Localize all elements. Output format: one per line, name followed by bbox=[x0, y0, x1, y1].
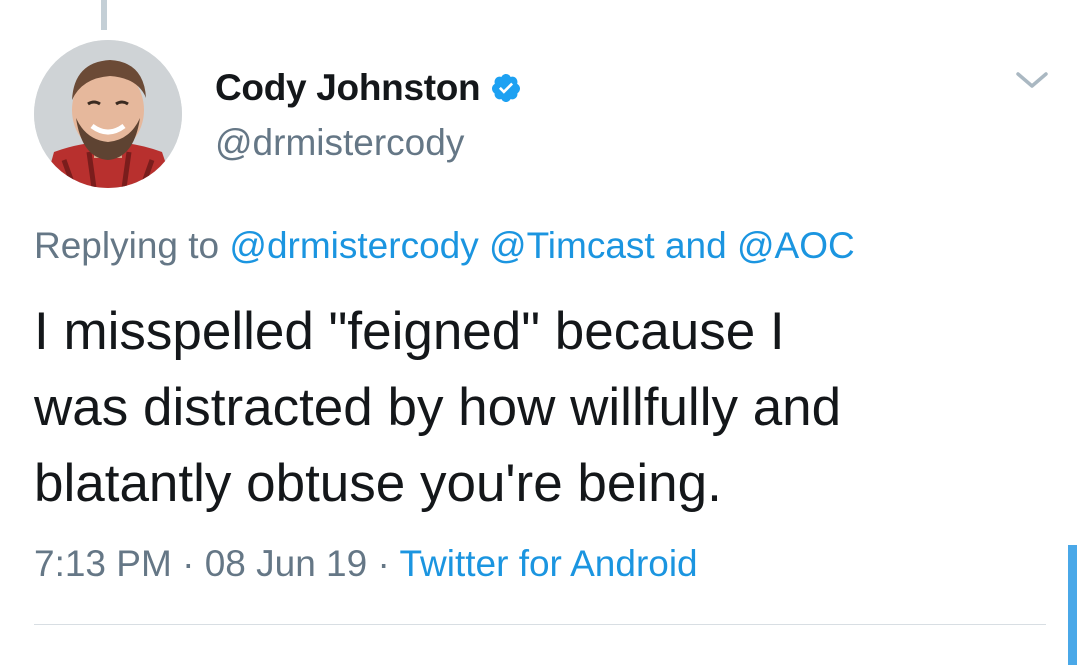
tweet-text: I misspelled "feigned" because I was dis… bbox=[34, 294, 1044, 522]
tweet-metadata: 7:13 PM · 08 Jun 19 · Twitter for Androi… bbox=[34, 543, 698, 585]
author-handle[interactable]: @drmistercody bbox=[215, 122, 464, 164]
chevron-down-icon[interactable] bbox=[1014, 66, 1050, 94]
mention-link-timcast[interactable]: @Timcast bbox=[489, 225, 655, 266]
author-name-row[interactable]: Cody Johnston bbox=[215, 66, 522, 110]
mention-link-drmistercody[interactable]: @drmistercody bbox=[229, 225, 478, 266]
tweet-text-line: I misspelled "feigned" because I bbox=[34, 302, 785, 361]
avatar[interactable] bbox=[34, 40, 182, 188]
verified-badge-icon bbox=[490, 72, 522, 104]
author-display-name[interactable]: Cody Johnston bbox=[215, 67, 481, 109]
mention-link-aoc[interactable]: @AOC bbox=[737, 225, 855, 266]
tweet-time: 7:13 PM bbox=[34, 543, 172, 584]
meta-separator: · bbox=[377, 543, 390, 584]
tweet-date: 08 Jun 19 bbox=[204, 543, 368, 584]
tweet-source-link[interactable]: Twitter for Android bbox=[399, 543, 697, 584]
thread-connector-line bbox=[101, 0, 107, 30]
divider bbox=[34, 624, 1046, 625]
reply-label: Replying to bbox=[34, 225, 220, 266]
scroll-indicator[interactable] bbox=[1068, 545, 1077, 665]
tweet-text-line: blatantly obtuse you're being. bbox=[34, 454, 722, 513]
avatar-photo bbox=[34, 40, 182, 188]
mention-and-text[interactable]: and bbox=[665, 225, 727, 266]
meta-separator: · bbox=[182, 543, 195, 584]
tweet-text-line: was distracted by how willfully and bbox=[34, 378, 842, 437]
reply-context: Replying to @drmistercody @Timcast and @… bbox=[34, 225, 855, 267]
